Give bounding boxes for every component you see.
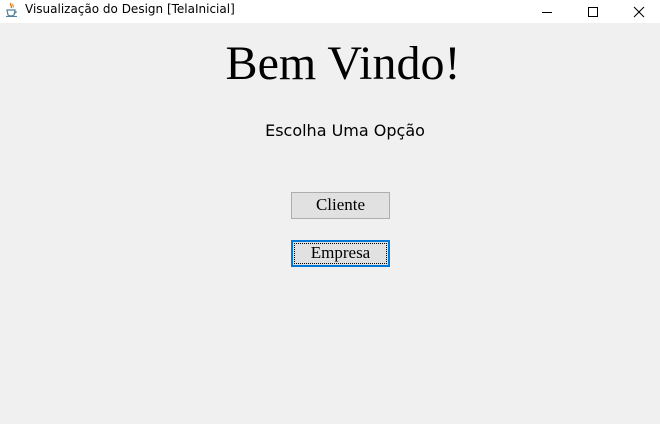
maximize-button[interactable] [570, 0, 616, 23]
minimize-icon [542, 11, 552, 13]
close-button[interactable] [616, 0, 660, 23]
cliente-button[interactable]: Cliente [291, 192, 390, 219]
cliente-button-label: Cliente [315, 195, 366, 214]
java-coffee-cup-icon [6, 2, 17, 17]
welcome-heading: Bem Vindo! [225, 37, 461, 90]
close-icon [633, 6, 645, 17]
minimize-button[interactable] [524, 0, 570, 23]
choose-option-label: Escolha Uma Opção [265, 121, 425, 140]
empresa-button-label: Empresa [310, 243, 371, 262]
empresa-button[interactable]: Empresa [291, 240, 390, 267]
maximize-icon [588, 6, 598, 17]
title-bar[interactable]: Visualização do Design [TelaInicial] [0, 0, 660, 23]
content-panel: Bem Vindo! Escolha Uma Opção Cliente Emp… [0, 23, 660, 424]
app-window: Visualização do Design [TelaInicial] Bem… [0, 0, 660, 424]
window-title: Visualização do Design [TelaInicial] [25, 2, 235, 16]
